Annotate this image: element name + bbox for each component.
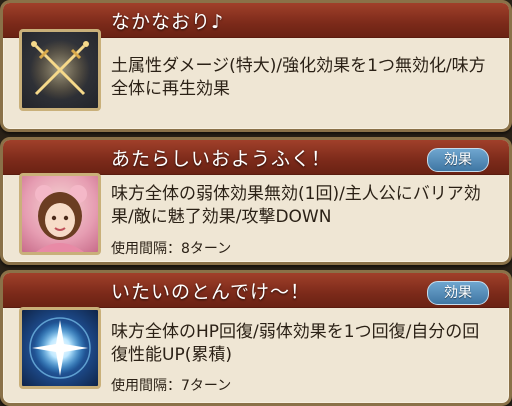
cooldown-text: 使用間隔：8ターン [111, 241, 232, 257]
skill-list: なかなおり♪ 土属性ダメージ(特大)/強化効果を1つ無効化/味方全体に再生効果 … [0, 0, 512, 406]
sparkle-heal-icon [19, 307, 101, 389]
character-portrait-icon [19, 173, 101, 255]
skill-title: あたらしいおようふく！ [111, 148, 332, 170]
effect-button[interactable]: 効果 [427, 148, 489, 172]
cooldown-text: 使用間隔：7ターン [111, 378, 232, 394]
skill-card-1[interactable]: なかなおり♪ 土属性ダメージ(特大)/強化効果を1つ無効化/味方全体に再生効果 [0, 0, 512, 132]
skill-description: 味方全体の弱体効果無効(1回)/主人公にバリア効果/敵に魅了効果/攻撃DOWN [111, 184, 481, 227]
effect-button[interactable]: 効果 [427, 281, 489, 305]
skill-card-3[interactable]: いたいのとんでけ〜！ 効果 味方全体のHP回復/弱体効果を1つ回復/自分の回復性… [0, 270, 512, 406]
skill-description: 味方全体のHP回復/弱体効果を1つ回復/自分の回復性能UP(累積) [111, 322, 480, 365]
crossed-swords-icon [19, 29, 101, 111]
skill-title: なかなおり♪ [111, 11, 225, 33]
skill-header: あたらしいおようふく！ 効果 [3, 140, 509, 175]
skill-description: 土属性ダメージ(特大)/強化効果を1つ無効化/味方全体に再生効果 [111, 56, 486, 99]
skill-title: いたいのとんでけ〜！ [111, 281, 311, 303]
skill-card-2[interactable]: あたらしいおようふく！ 効果 味方全体の弱体効果無効(1回)/主人公にバリア効果… [0, 137, 512, 265]
skill-header: いたいのとんでけ〜！ 効果 [3, 273, 509, 308]
